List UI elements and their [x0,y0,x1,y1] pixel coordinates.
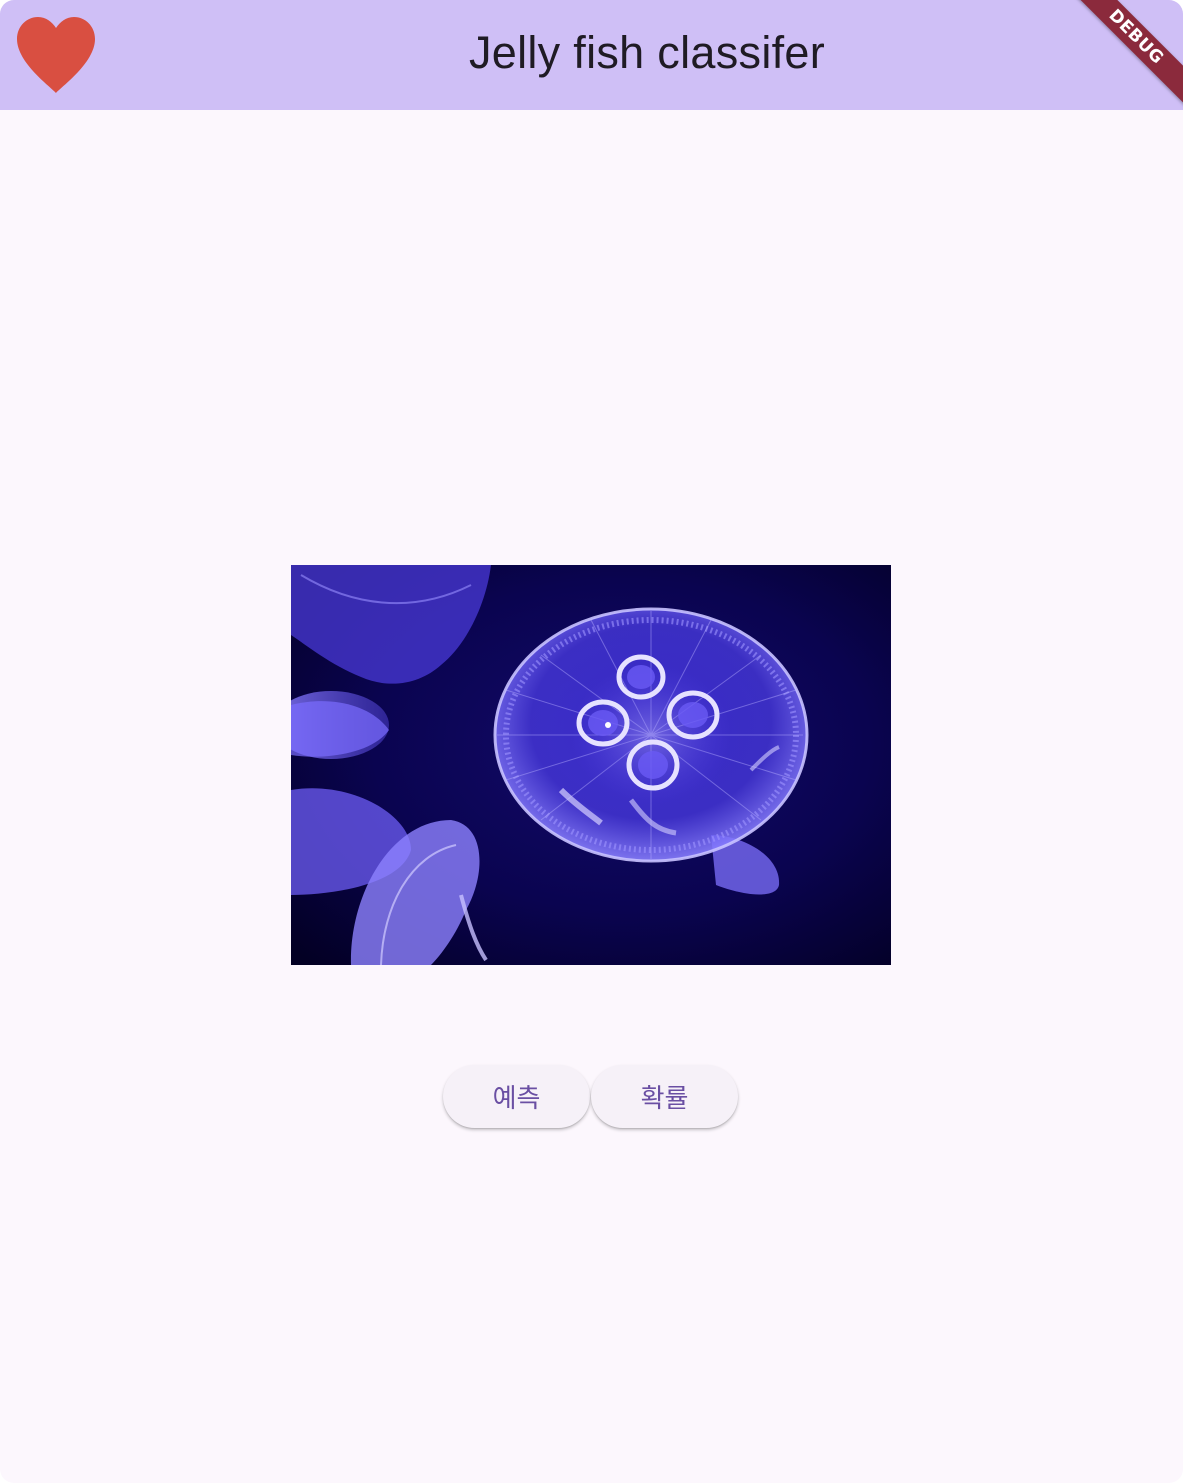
jellyfish-image [291,565,891,965]
jellyfish-illustration [291,565,891,965]
action-buttons: 예측 확률 [443,1065,738,1128]
predict-button[interactable]: 예측 [443,1065,590,1128]
app-window: Jelly fish classifer DEBUG 예측 확률 [0,0,1183,1483]
page-title: Jelly fish classifer [468,27,826,78]
app-bar: Jelly fish classifer [0,0,1183,110]
probability-button[interactable]: 확률 [591,1065,738,1128]
